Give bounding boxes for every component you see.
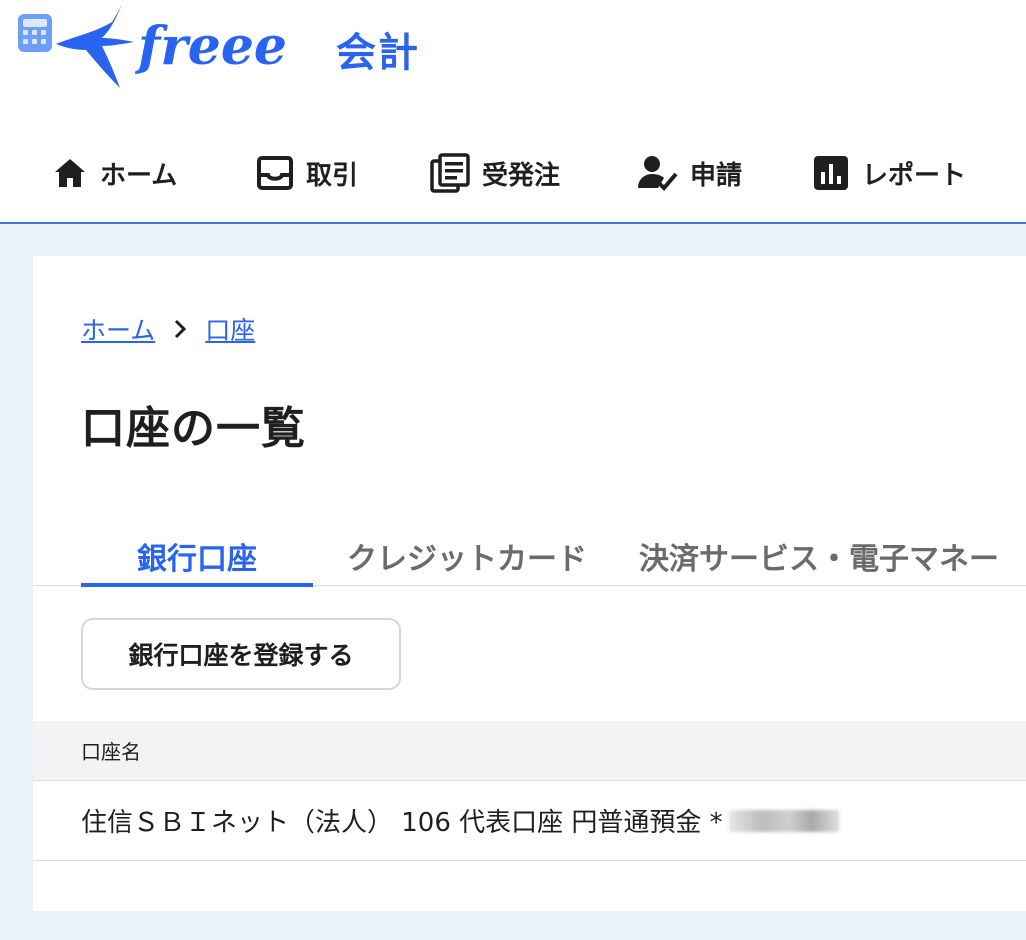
person-check-icon	[638, 156, 678, 191]
breadcrumb-accounts-link[interactable]: 口座	[205, 311, 255, 347]
nav-orders-label: 受発注	[482, 160, 561, 191]
nav-reports-label: レポート	[862, 160, 967, 191]
nav-orders[interactable]: 受発注	[430, 150, 560, 196]
table-row[interactable]: 住信ＳＢＩネット（法人） 106 代表口座 円普通預金 *	[33, 781, 1026, 861]
freee-logo[interactable]: freee 会計	[16, 2, 436, 98]
masked-account-number	[728, 809, 839, 832]
calculator-icon	[18, 14, 52, 52]
app-name: 会計	[336, 30, 420, 76]
tab-credit-cards[interactable]: クレジットカード	[333, 526, 601, 586]
table-header: 口座名	[33, 721, 1026, 781]
tab-bank-accounts[interactable]: 銀行口座	[81, 526, 313, 587]
account-name: 住信ＳＢＩネット（法人） 106 代表口座 円普通預金 *	[81, 808, 723, 838]
bar-chart-icon	[814, 156, 848, 190]
svg-text:freee: freee	[134, 16, 287, 77]
freee-logo-mark: freee	[18, 4, 287, 88]
home-icon	[55, 159, 85, 187]
inbox-icon	[257, 156, 293, 190]
page-title: 口座の一覧	[81, 403, 306, 454]
breadcrumb: ホーム 口座	[81, 311, 255, 347]
main-panel: ホーム 口座 口座の一覧 銀行口座 クレジットカード 決済サービス・電子マネー …	[33, 256, 1026, 911]
nav-transactions[interactable]: 取引	[256, 150, 358, 196]
chevron-right-icon	[175, 319, 187, 339]
global-nav: ホーム 取引 受発注 申請 レポート	[0, 140, 1026, 210]
nav-home-label: ホーム	[100, 160, 178, 191]
swallow-icon	[56, 4, 134, 88]
accounts-table: 口座名 住信ＳＢＩネット（法人） 106 代表口座 円普通預金 *	[33, 721, 1026, 861]
nav-transactions-label: 取引	[306, 160, 359, 191]
column-header-account-name: 口座名	[81, 740, 141, 764]
nav-requests[interactable]: 申請	[636, 150, 742, 196]
breadcrumb-home-link[interactable]: ホーム	[81, 311, 155, 347]
tab-payment-services[interactable]: 決済サービス・電子マネー	[639, 526, 1026, 586]
nav-reports[interactable]: レポート	[812, 150, 966, 196]
account-type-tabs: 銀行口座 クレジットカード 決済サービス・電子マネー	[33, 526, 1026, 587]
top-header: freee 会計 ホーム 取引 受発注 申請 レポート	[0, 0, 1026, 224]
nav-requests-label: 申請	[690, 160, 743, 191]
register-bank-account-button[interactable]: 銀行口座を登録する	[81, 618, 401, 690]
nav-home[interactable]: ホーム	[52, 150, 177, 196]
documents-icon	[430, 153, 470, 193]
